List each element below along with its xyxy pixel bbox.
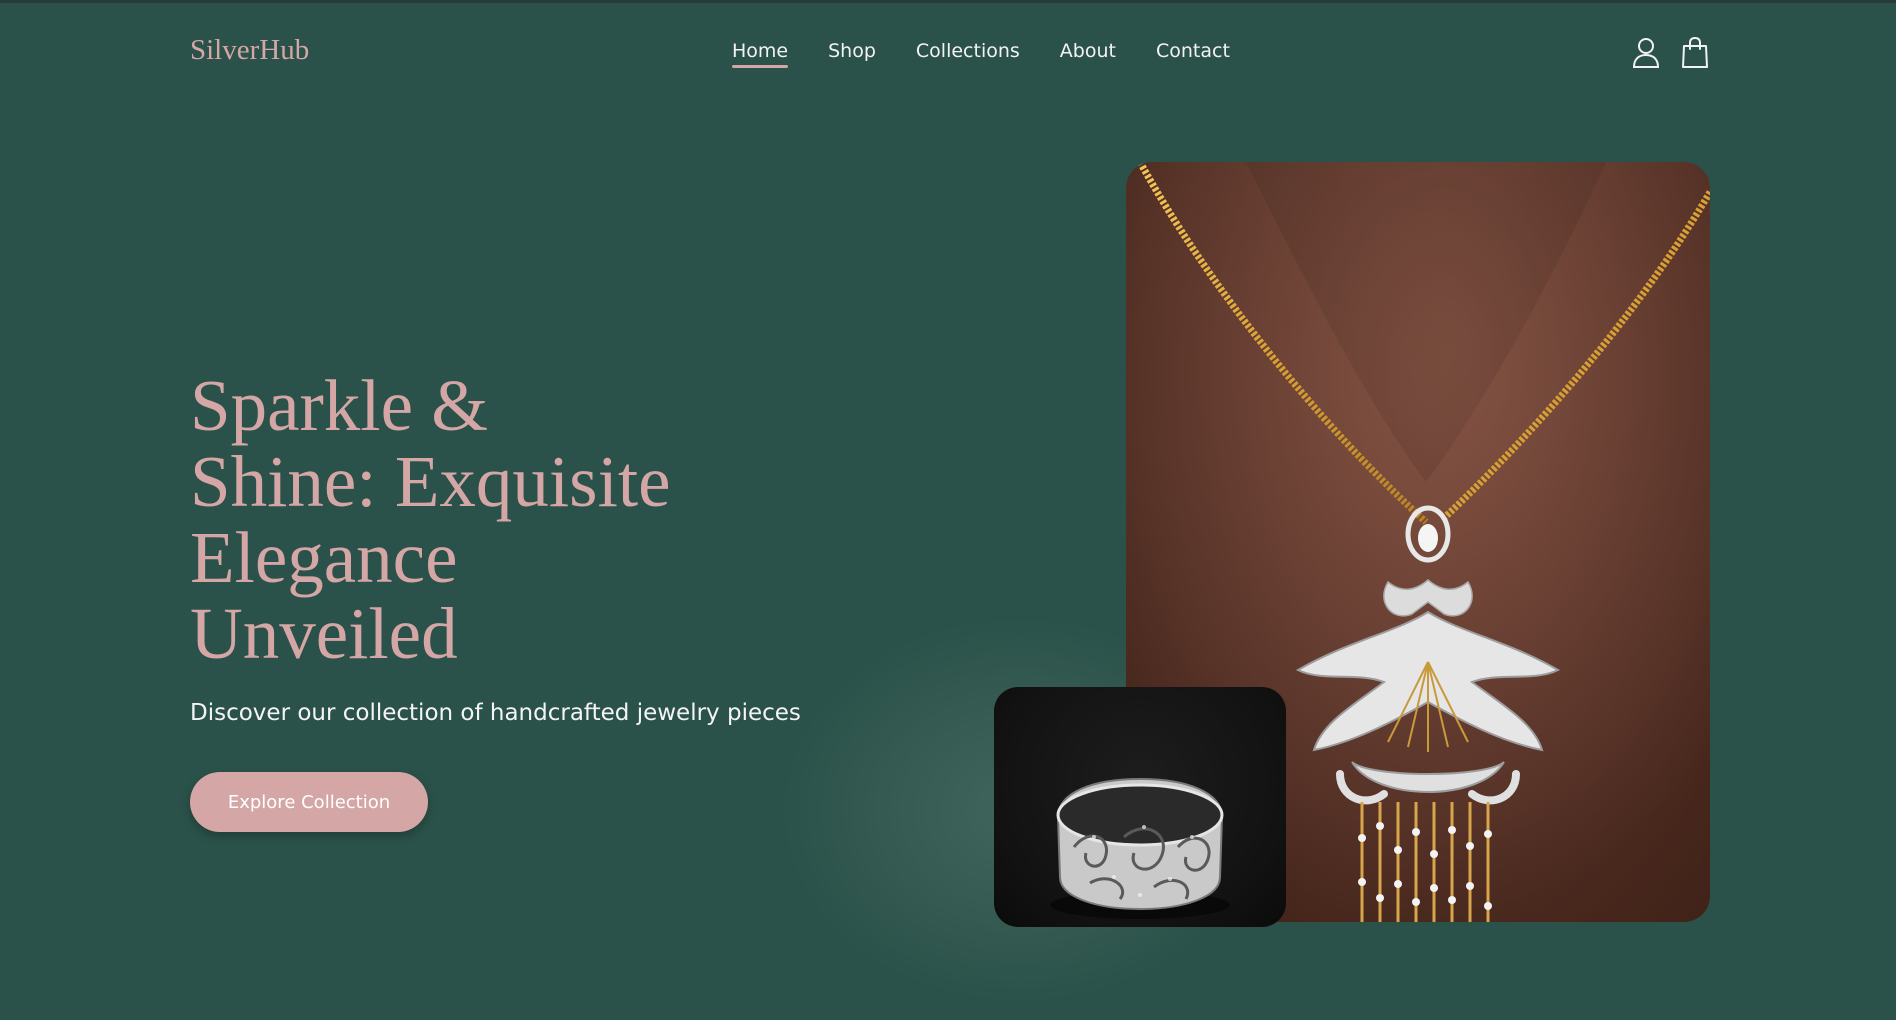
nav-shop[interactable]: Shop	[828, 40, 876, 68]
hero-title-line: Sparkle &	[190, 365, 489, 446]
nav-contact[interactable]: Contact	[1156, 40, 1230, 68]
user-icon[interactable]	[1631, 36, 1661, 68]
hero-title-line: Elegance	[190, 517, 458, 598]
top-border	[0, 0, 1896, 3]
nav-collections[interactable]: Collections	[916, 40, 1020, 68]
ring-product-image[interactable]	[994, 687, 1286, 927]
nav-home[interactable]: Home	[732, 40, 789, 68]
shopping-bag-icon[interactable]	[1680, 36, 1710, 68]
hero-title-line: Shine: Exquisite	[190, 441, 671, 522]
nav-about[interactable]: About	[1060, 40, 1116, 68]
main-nav: Home Shop Collections About Contact	[732, 40, 1230, 68]
hero-title-line: Unveiled	[190, 593, 458, 674]
hero-subtitle: Discover our collection of handcrafted j…	[190, 700, 801, 726]
brand-logo[interactable]: SilverHub	[190, 34, 309, 67]
explore-collection-button[interactable]: Explore Collection	[190, 772, 428, 832]
hero-title: Sparkle & Shine: Exquisite Elegance Unve…	[190, 368, 750, 672]
